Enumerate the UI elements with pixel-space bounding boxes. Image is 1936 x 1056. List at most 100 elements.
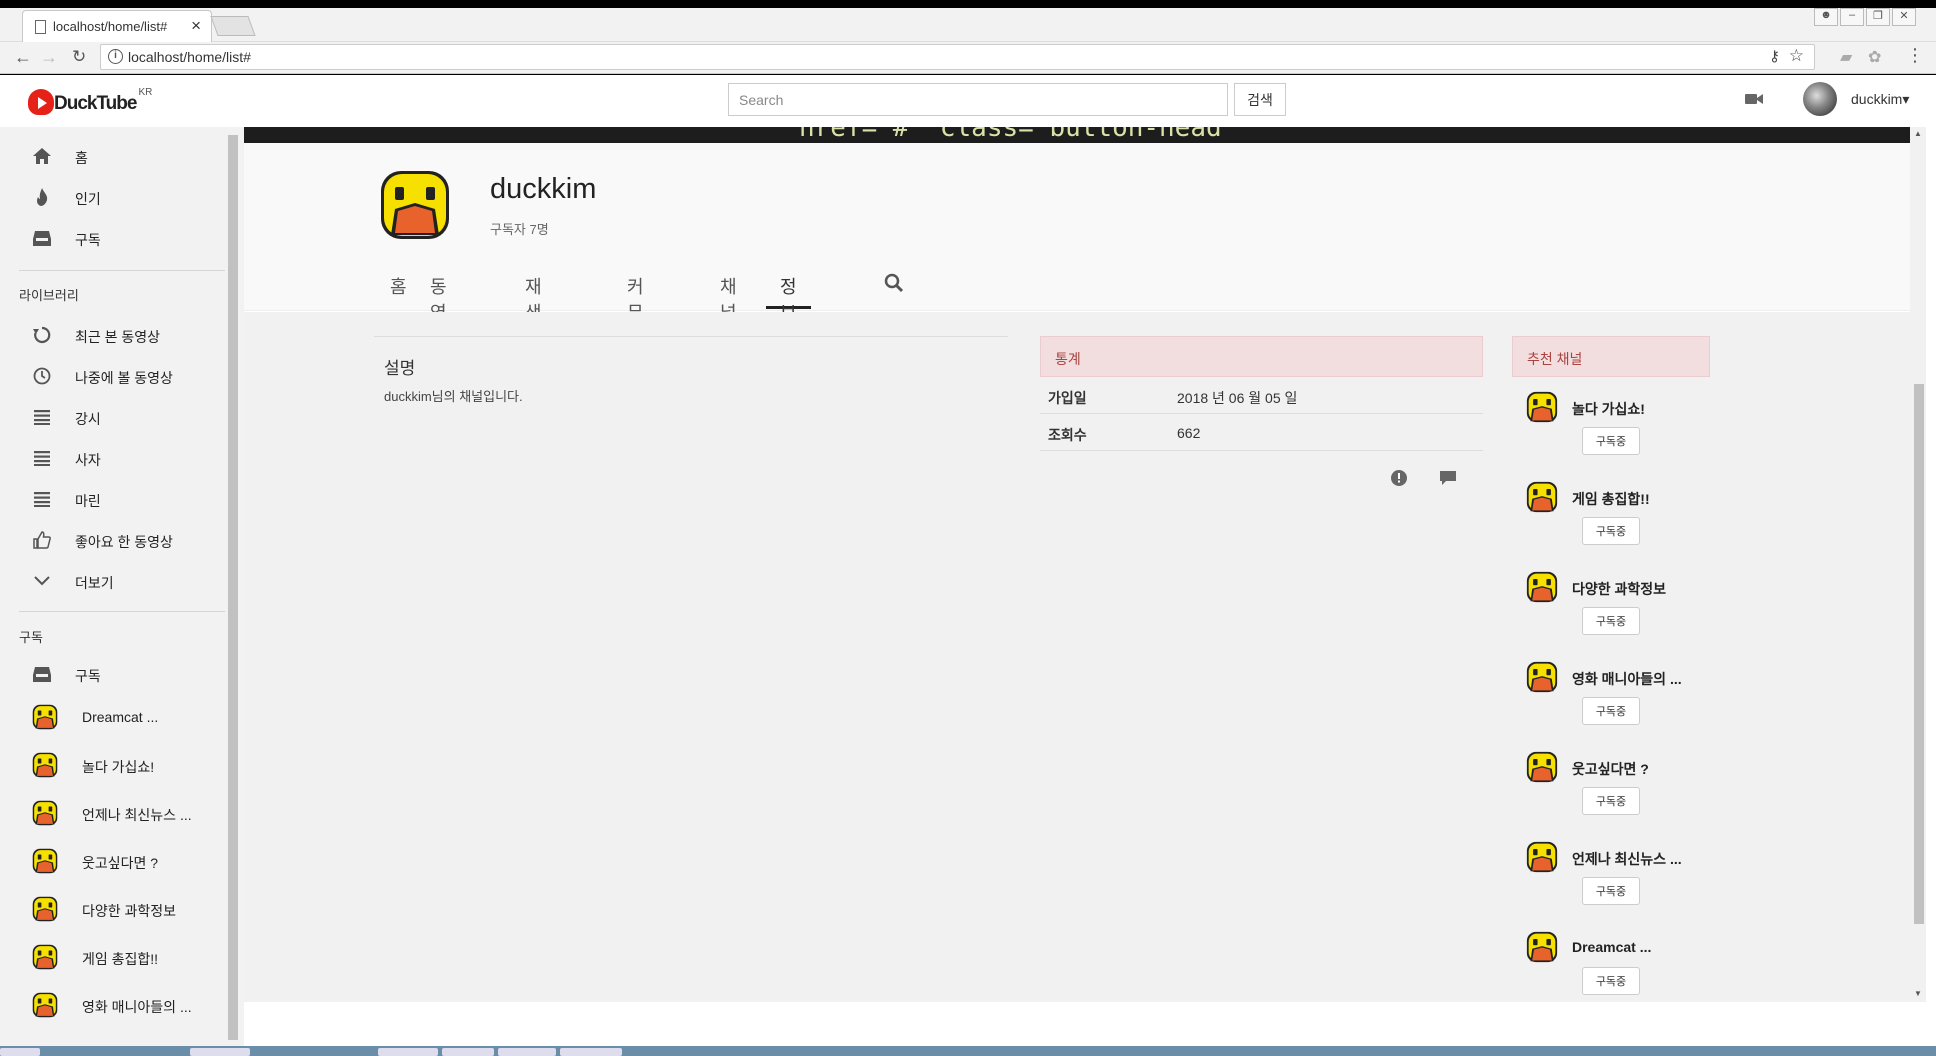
video-camera-icon[interactable] <box>1744 89 1764 109</box>
avatar[interactable] <box>1803 82 1837 116</box>
subscription-label: 영화 매니아들의 ... <box>82 999 192 1015</box>
channel-avatar <box>32 944 58 970</box>
caret-down-icon: ▾ <box>1902 91 1910 107</box>
channel-avatar <box>1526 661 1558 693</box>
about-content: 설명 duckkim님의 채널입니다. 통계 가입일 2018 년 06 월 05… <box>244 312 1910 1002</box>
channel-tab[interactable]: 재생목록 <box>525 255 542 375</box>
channel-avatar <box>1526 481 1558 513</box>
sidebar-divider <box>19 611 225 612</box>
scroll-down-icon[interactable]: ▼ <box>1914 989 1922 998</box>
back-icon[interactable]: ← <box>14 47 32 68</box>
new-tab-button[interactable] <box>210 16 256 36</box>
search-input[interactable] <box>728 83 1228 116</box>
subscribed-button[interactable]: 구독중 <box>1582 787 1640 815</box>
star-icon[interactable]: ☆ <box>1789 46 1804 66</box>
subscription-label: Dreamcat ... <box>82 709 159 725</box>
recommended-channel-name[interactable]: 웃고싶다면 ? <box>1572 759 1649 779</box>
library-heading: 라이브러리 <box>19 288 79 303</box>
sidebar-subscription[interactable]: Dreamcat ... <box>0 693 226 741</box>
subscribed-button[interactable]: 구독중 <box>1582 967 1640 995</box>
sidebar-subscription[interactable]: 게임 총집합!! <box>0 933 226 981</box>
subscribed-button[interactable]: 구독중 <box>1582 427 1640 455</box>
channel-tab[interactable]: 동영상 <box>430 255 447 349</box>
subscribed-button[interactable]: 구독중 <box>1582 607 1640 635</box>
key-icon[interactable]: ⚷ <box>1769 47 1780 65</box>
recommended-channel-name[interactable]: 게임 총집합!! <box>1572 489 1650 509</box>
channel-tab[interactable]: 정보 <box>766 255 811 323</box>
minimize-icon[interactable]: – <box>1840 8 1864 26</box>
tab-close-button[interactable]: × <box>191 16 201 36</box>
screen: localhost/home/list# × ☻ – ❐ ✕ ← → ↻ i l… <box>0 0 1936 1056</box>
scroll-up-icon[interactable]: ▲ <box>1914 129 1922 138</box>
sidebar-subscription[interactable]: 다양한 과학정보 <box>0 885 226 933</box>
report-flag-icon[interactable] <box>1390 469 1408 487</box>
stats-key: 가입일 <box>1048 390 1087 406</box>
sidebar-item-subscriptions[interactable]: 구독 <box>0 654 226 694</box>
restore-icon[interactable]: ❐ <box>1866 8 1890 26</box>
close-window-icon[interactable]: ✕ <box>1892 8 1916 26</box>
sidebar-item-main-1[interactable]: 인기 <box>0 177 226 217</box>
sidebar-subscription[interactable]: 영화 매니아들의 ... <box>0 981 226 1029</box>
taskbar-item[interactable] <box>190 1048 250 1056</box>
sidebar-subscription[interactable]: 웃고싶다면 ? <box>0 837 226 885</box>
reload-icon[interactable]: ↻ <box>72 47 86 67</box>
channel-avatar <box>32 896 58 922</box>
recommended-channel-name[interactable]: 놀다 가십쇼! <box>1572 399 1645 419</box>
channel-avatar <box>1526 931 1558 963</box>
sidebar-item-label: 인기 <box>75 191 101 207</box>
sidebar-item-library-5[interactable]: 좋아요 한 동영상 <box>0 520 226 560</box>
address-bar[interactable]: i localhost/home/list# ⚷ ☆ <box>100 44 1815 70</box>
description-title: 설명 <box>384 359 416 378</box>
sidebar-item-library-6[interactable]: 더보기 <box>0 561 226 601</box>
sidebar-item-library-1[interactable]: 나중에 볼 동영상 <box>0 356 226 396</box>
recommended-channel-name[interactable]: 영화 매니아들의 ... <box>1572 669 1682 689</box>
sidebar-item-library-4[interactable]: 마린 <box>0 479 226 519</box>
message-icon[interactable] <box>1438 469 1458 487</box>
extension-icon[interactable]: ✿ <box>1868 47 1886 66</box>
history-icon <box>33 326 51 344</box>
brand-suffix: KR <box>138 87 153 98</box>
search-button[interactable]: 검색 <box>1234 83 1286 116</box>
taskbar-item[interactable] <box>0 1048 40 1056</box>
recommended-channel-name[interactable]: Dreamcat ... <box>1572 939 1651 955</box>
taskbar-item[interactable] <box>442 1048 494 1056</box>
channel-avatar <box>32 848 58 874</box>
subscribed-button[interactable]: 구독중 <box>1582 877 1640 905</box>
taskbar-item[interactable] <box>378 1048 438 1056</box>
extension-icon[interactable]: ▰ <box>1840 47 1858 66</box>
sidebar-item-main-0[interactable]: 홈 <box>0 136 226 176</box>
info-icon[interactable]: i <box>108 49 123 64</box>
browser-menu-icon[interactable]: ⋮ <box>1906 45 1924 66</box>
search-icon[interactable] <box>883 272 905 294</box>
browser-tab[interactable]: localhost/home/list# × <box>22 10 212 42</box>
subscribed-button[interactable]: 구독중 <box>1582 697 1640 725</box>
taskbar-item[interactable] <box>498 1048 556 1056</box>
channel-tab[interactable]: 커뮤니티 <box>627 255 644 375</box>
forward-icon[interactable]: → <box>40 47 58 68</box>
taskbar-item[interactable] <box>560 1048 622 1056</box>
sidebar-item-main-2[interactable]: 구독 <box>0 218 226 258</box>
sidebar-subscription[interactable]: 언제나 최신뉴스 ... <box>0 789 226 837</box>
recommended-channel-name[interactable]: 다양한 과학정보 <box>1572 579 1666 599</box>
sidebar-item-library-0[interactable]: 최근 본 동영상 <box>0 315 226 355</box>
sidebar-item-library-3[interactable]: 사자 <box>0 438 226 478</box>
main-scrollbar[interactable]: ▲ ▼ <box>1910 127 1926 1002</box>
sidebar-scrollbar[interactable] <box>228 135 238 1040</box>
scrollbar-thumb[interactable] <box>1914 384 1924 924</box>
description-text: duckkim님의 채널입니다. <box>384 389 523 404</box>
recommended-channel: 웃고싶다면 ? 구독중 <box>1512 737 1710 827</box>
sidebar-subscription[interactable]: 놀다 가십쇼! <box>0 741 226 789</box>
username-dropdown[interactable]: duckkim▾ <box>1851 91 1909 108</box>
sidebar-item-library-2[interactable]: 강시 <box>0 397 226 437</box>
channel-tab[interactable]: 홈 <box>390 255 407 309</box>
channel-avatar <box>32 704 58 730</box>
sidebar: 홈 인기 구독 라이브러리 최근 본 동영상 나중에 볼 동영상 강시 사자 마린 좋아요 한 동… <box>0 127 244 1046</box>
channel-tab[interactable]: 채널 <box>720 255 737 323</box>
username: duckkim <box>1851 91 1903 107</box>
sidebar-item-label: 구독 <box>75 668 101 684</box>
stats-key: 조회수 <box>1048 427 1087 443</box>
logo[interactable]: DuckTube KR <box>28 87 153 115</box>
profile-icon[interactable]: ☻ <box>1814 8 1838 26</box>
recommended-channel-name[interactable]: 언제나 최신뉴스 ... <box>1572 849 1682 869</box>
subscribed-button[interactable]: 구독중 <box>1582 517 1640 545</box>
